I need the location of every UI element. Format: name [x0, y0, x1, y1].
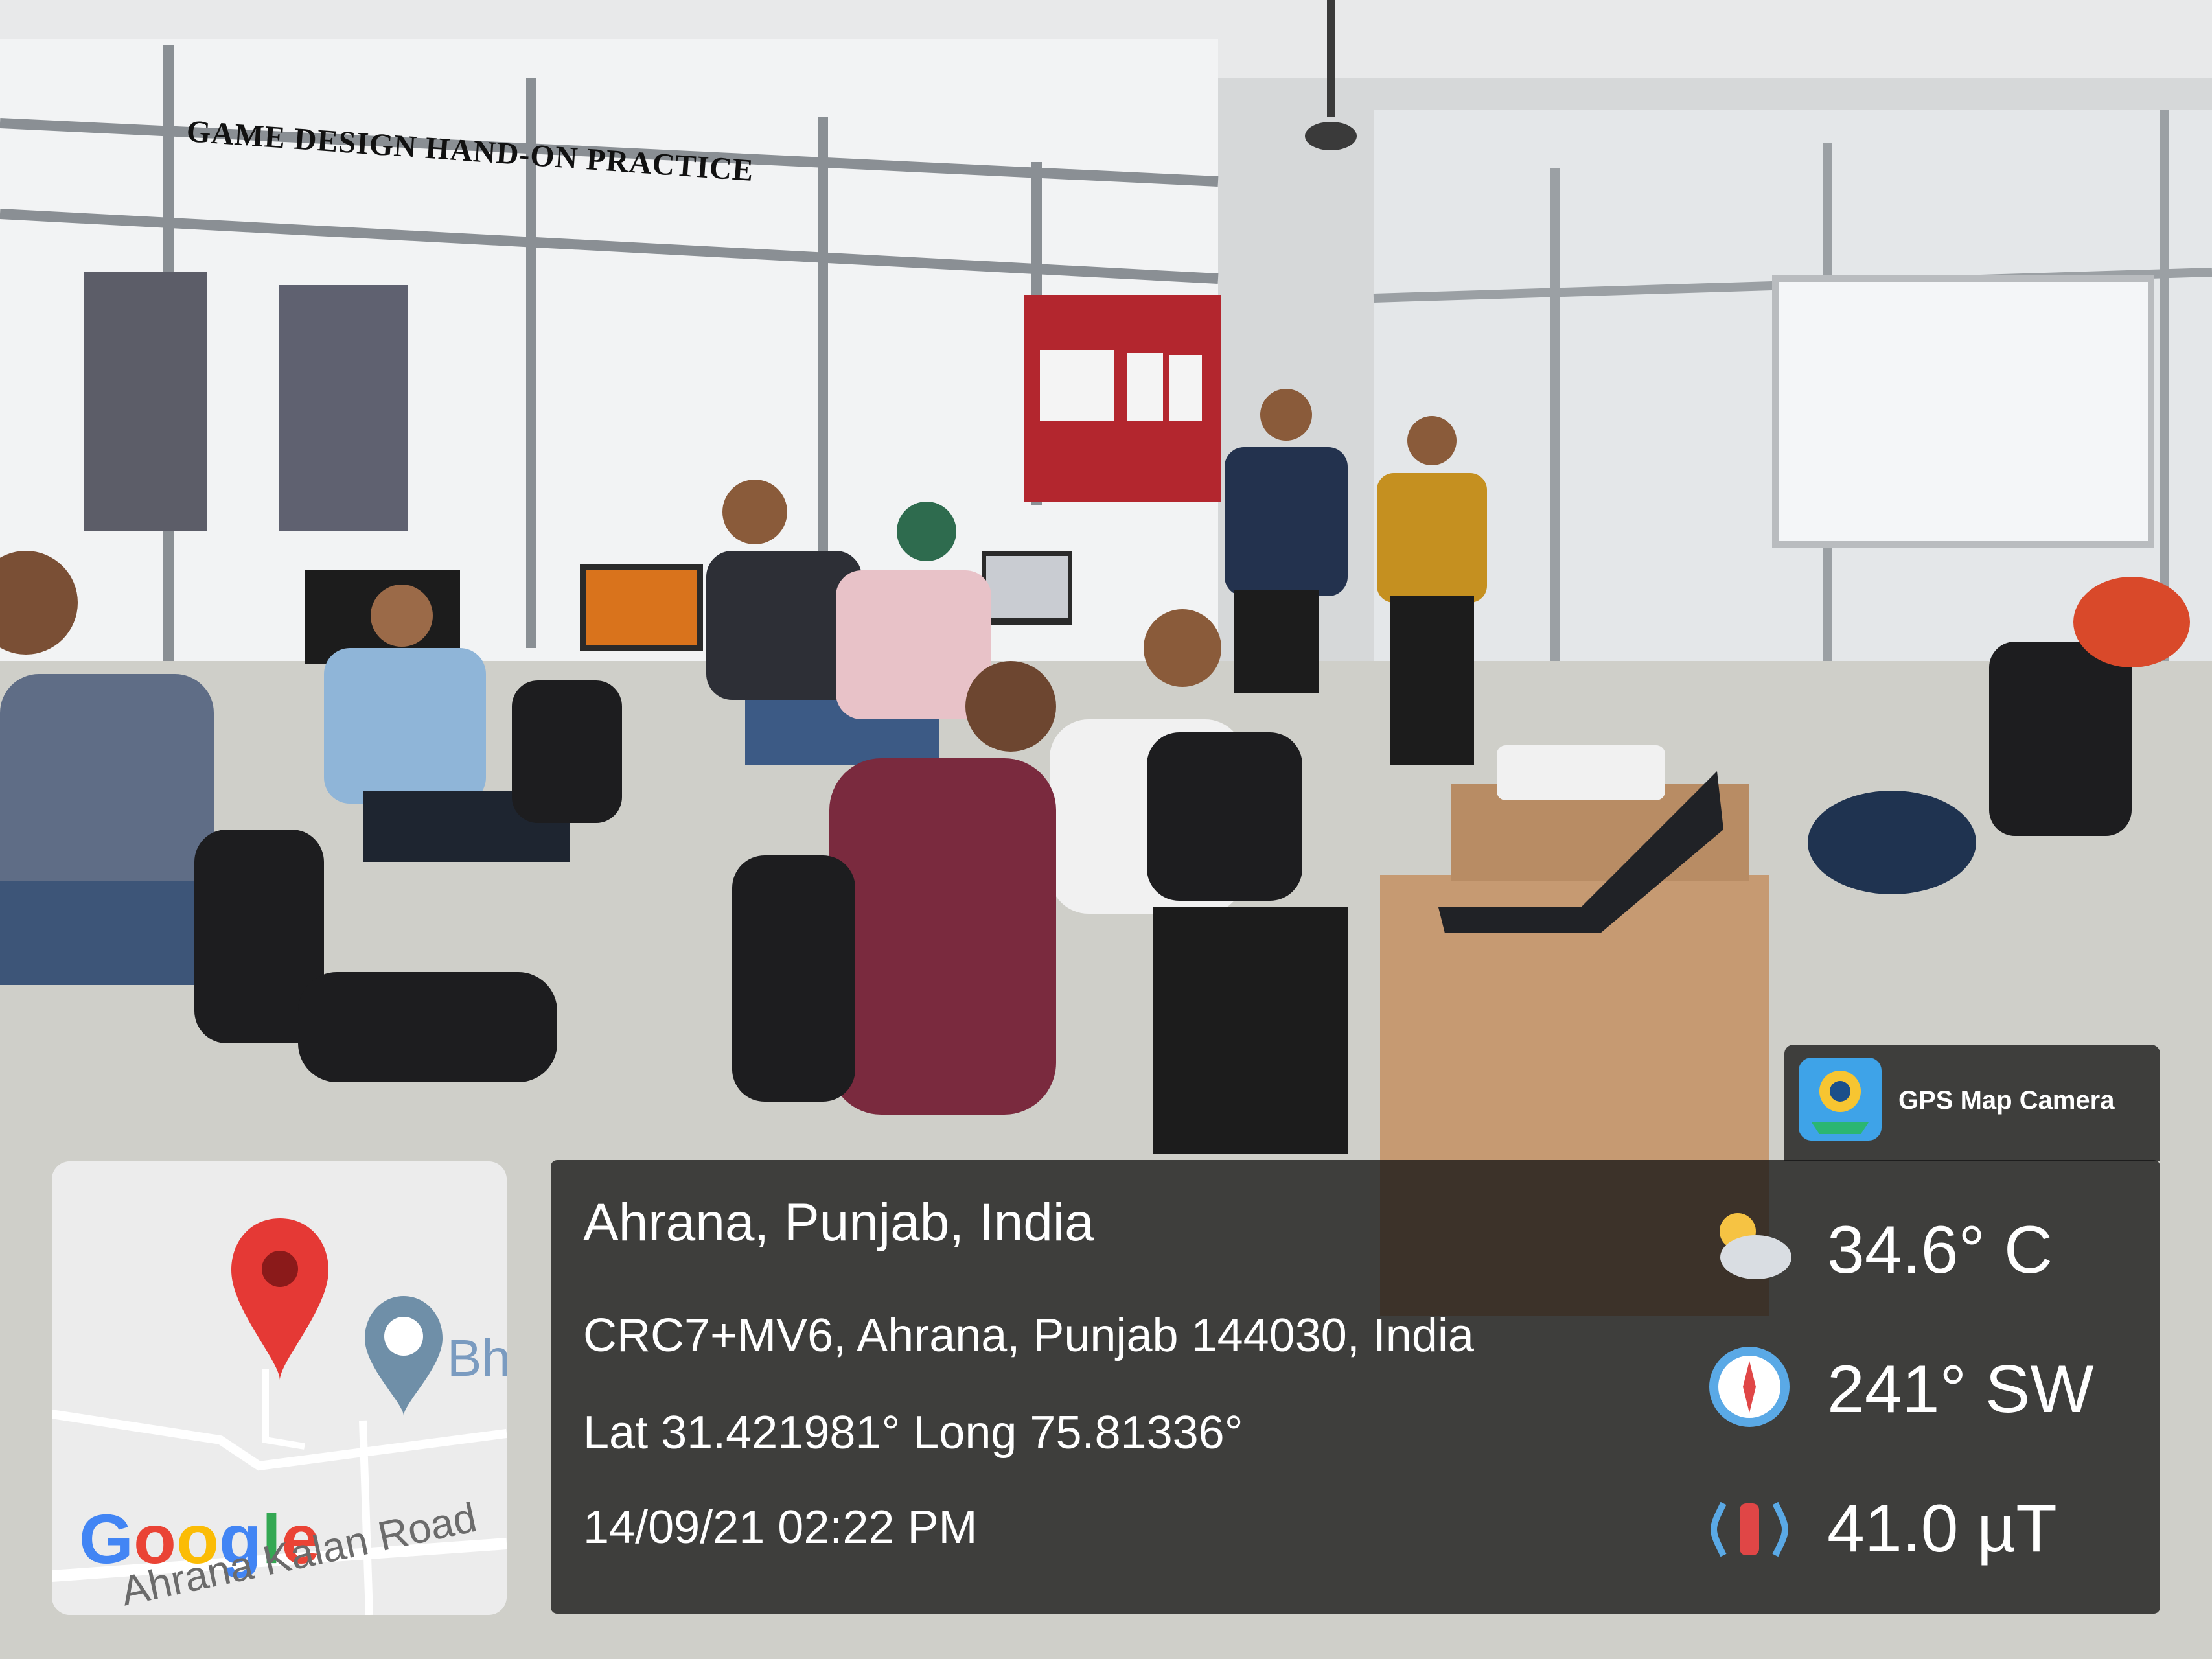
whiteboard [1772, 275, 2154, 548]
gps-map-camera-app-icon [1799, 1058, 1882, 1141]
map-pin-icon [231, 1218, 328, 1380]
backpack [2073, 577, 2190, 667]
gps-brand-label: GPS Map Camera [1898, 1086, 2115, 1115]
map-place-label: Bh [447, 1329, 511, 1387]
chair [1989, 642, 2132, 836]
chair [512, 680, 622, 823]
location-place: Ahrana, Punjab, India [583, 1193, 1094, 1252]
chair [298, 972, 557, 1082]
backpack [1808, 791, 1976, 894]
location-coordinates: Lat 31.421981° Long 75.81336° [583, 1407, 1243, 1459]
chair [732, 855, 855, 1102]
magnetic-field-value: 41.0 µT [1827, 1491, 2057, 1566]
partly-cloudy-icon [1720, 1213, 1791, 1279]
chair [1147, 732, 1302, 901]
compass-icon [1709, 1347, 1790, 1427]
curtain [279, 285, 408, 531]
wind-direction-value: 241° SW [1827, 1352, 2094, 1427]
curtain [84, 272, 207, 531]
magnet-icon [1711, 1502, 1788, 1557]
capture-datetime: 14/09/21 02:22 PM [583, 1502, 978, 1553]
gurdwara-place-icon [365, 1296, 443, 1416]
temperature-value: 34.6° C [1827, 1212, 2053, 1288]
location-address: CRC7+MV6, Ahrana, Punjab 144030, India [583, 1310, 1474, 1362]
projector [1497, 745, 1665, 800]
